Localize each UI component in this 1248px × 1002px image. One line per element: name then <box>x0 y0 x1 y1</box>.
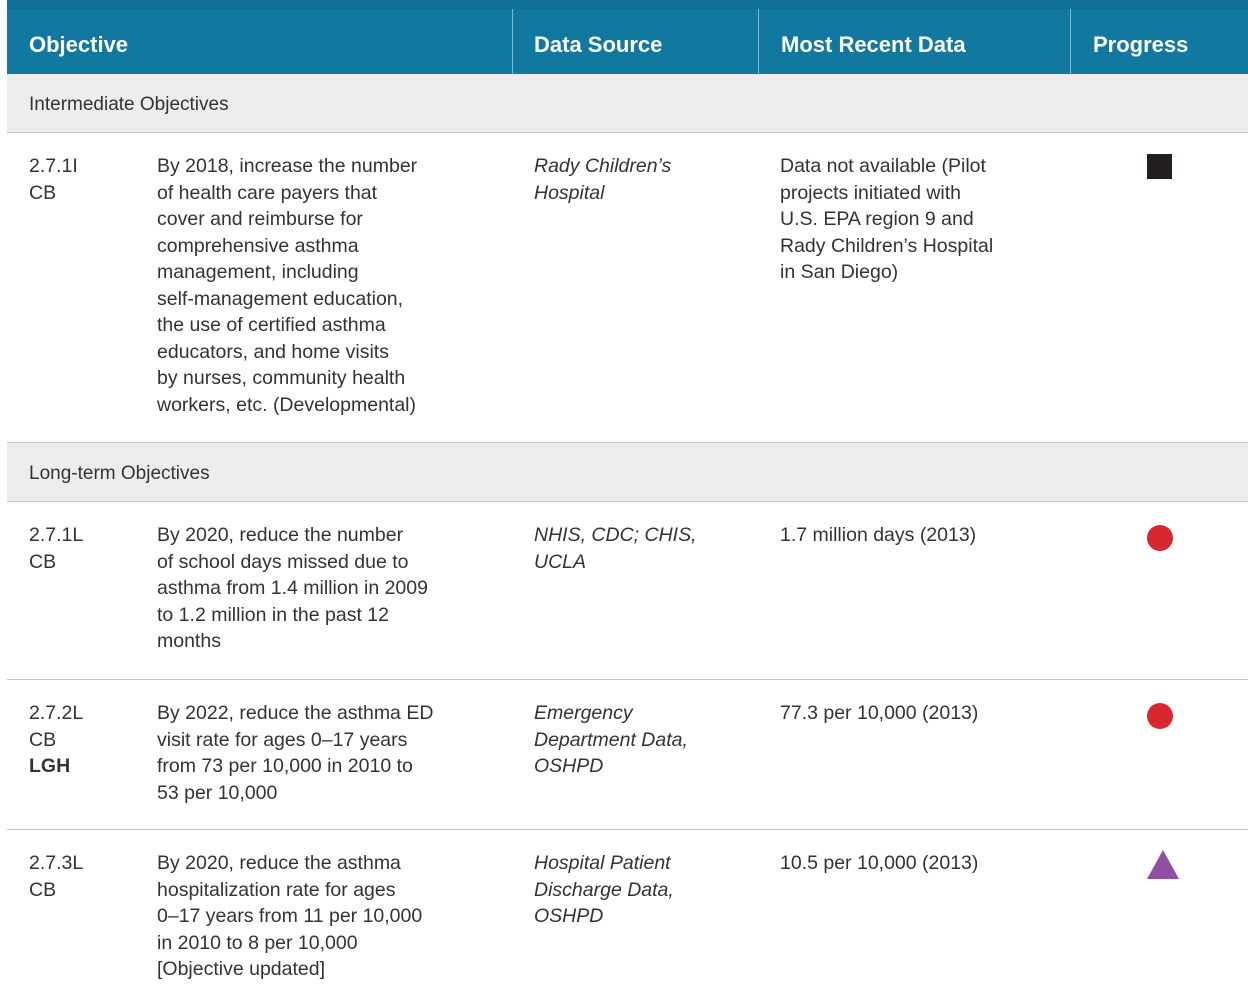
data-source: Hospital Patient Discharge Data, OSHPD <box>534 850 744 930</box>
objective-text-line: the use of certified asthma <box>157 314 386 336</box>
table-row-2-7-1i: 2.7.1I CB By 2018, increase the number o… <box>7 133 1248 443</box>
objective-id: 2.7.1I CB <box>29 153 139 206</box>
red-circle-icon <box>1147 525 1173 551</box>
objective-id: 2.7.1L CB <box>29 522 139 575</box>
objective-text-line: to 1.2 million in the past 12 <box>157 603 389 626</box>
recent-data-line: 10.5 per 10,000 (2013) <box>780 852 979 874</box>
recent-data-line: 77.3 per 10,000 (2013) <box>780 702 979 724</box>
objective-text-line: from 73 per 10,000 in 2010 to <box>157 755 413 777</box>
objective-text-line: of school days missed due to <box>157 550 409 573</box>
progress-cell <box>1147 850 1187 879</box>
table-row-2-7-1l: 2.7.1L CB By 2020, reduce the number of … <box>7 502 1248 680</box>
table-row-2-7-3l: 2.7.3L CB By 2020, reduce the asthma hos… <box>7 830 1248 1001</box>
recent-data-line: Data not available (Pilot <box>780 155 986 177</box>
objective-text-line: 53 per 10,000 <box>157 781 278 804</box>
most-recent-data: 1.7 million days (2013) <box>780 522 1050 549</box>
objective-text-line: comprehensive asthma <box>157 234 359 257</box>
objective-id-tag: CB <box>29 181 57 204</box>
data-source-line: Hospital Patient <box>534 852 671 874</box>
data-source-line: Rady Children’s <box>534 155 672 177</box>
objective-text-line: of health care payers that <box>157 181 378 204</box>
objective-text-line: cover and reimburse for <box>157 208 363 230</box>
purple-triangle-icon <box>1147 850 1179 879</box>
objective-text-line: management, including <box>157 261 359 283</box>
progress-cell <box>1147 522 1187 551</box>
objectives-page: Objective Data Source Most Recent Data P… <box>0 0 1248 1002</box>
data-source-line: UCLA <box>534 550 587 573</box>
objective-text-line: months <box>157 630 221 652</box>
objective-id-code: 2.7.3L <box>29 852 84 874</box>
data-source: NHIS, CDC; CHIS, UCLA <box>534 522 744 575</box>
objective-text: By 2022, reduce the asthma ED visit rate… <box>157 700 497 806</box>
objective-text-line: By 2022, reduce the asthma ED <box>157 702 434 724</box>
black-square-icon <box>1147 154 1172 179</box>
most-recent-data: 77.3 per 10,000 (2013) <box>780 700 1050 727</box>
data-source-line: OSHPD <box>534 905 604 927</box>
data-source-line: Hospital <box>534 181 605 204</box>
objective-id-tag: CB <box>29 878 57 901</box>
objective-text-line: By 2020, reduce the asthma <box>157 852 401 874</box>
objective-id-code: 2.7.1I <box>29 155 78 177</box>
objective-text-line: workers, etc. (Developmental) <box>157 393 417 416</box>
most-recent-data: 10.5 per 10,000 (2013) <box>780 850 1050 877</box>
data-source-line: Department Data, <box>534 728 688 751</box>
objective-id: 2.7.2L CB LGH <box>29 700 139 780</box>
section-intermediate-objectives: Intermediate Objectives <box>7 74 1248 133</box>
data-source-line: OSHPD <box>534 755 604 777</box>
header-most-recent-data: Most Recent Data <box>758 9 1070 74</box>
objective-text-line: in 2010 to 8 per 10,000 <box>157 931 358 954</box>
section-long-term-objectives: Long-term Objectives <box>7 443 1248 502</box>
recent-data-line: projects initiated with <box>780 181 962 204</box>
objective-id-code: 2.7.1L <box>29 524 84 546</box>
progress-cell <box>1147 700 1187 729</box>
objective-text-line: asthma from 1.4 million in 2009 <box>157 577 428 599</box>
objective-text-line: By 2018, increase the number <box>157 155 418 177</box>
objectives-table: Objective Data Source Most Recent Data P… <box>7 0 1248 1001</box>
objective-text: By 2020, reduce the number of school day… <box>157 522 497 655</box>
objective-text-line: [Objective updated] <box>157 958 326 980</box>
table-header: Objective Data Source Most Recent Data P… <box>7 0 1248 74</box>
recent-data-line: 1.7 million days (2013) <box>780 524 977 546</box>
progress-cell <box>1147 153 1187 179</box>
objective-text-line: hospitalization rate for ages <box>157 878 396 901</box>
header-objective: Objective <box>29 32 129 57</box>
recent-data-line: U.S. EPA region 9 and <box>780 208 974 230</box>
recent-data-line: Rady Children’s Hospital <box>780 234 994 257</box>
objective-text: By 2018, increase the number of health c… <box>157 153 497 418</box>
objective-text-line: self-management education, <box>157 287 404 310</box>
data-source-line: Emergency <box>534 702 633 724</box>
objective-id: 2.7.3L CB <box>29 850 139 903</box>
data-source: Emergency Department Data, OSHPD <box>534 700 744 780</box>
objective-id-tag: CB <box>29 550 57 573</box>
data-source-line: NHIS, CDC; CHIS, <box>534 524 697 546</box>
objective-id-tag: CB <box>29 728 57 751</box>
header-data-source: Data Source <box>512 9 758 74</box>
objective-text-line: By 2020, reduce the number <box>157 524 404 546</box>
objective-text-line: educators, and home visits <box>157 340 389 363</box>
objective-id-code: 2.7.2L <box>29 702 84 724</box>
objective-id-lgh-tag: LGH <box>29 755 71 777</box>
header-progress: Progress <box>1070 9 1248 74</box>
objective-text-line: visit rate for ages 0–17 years <box>157 728 408 751</box>
red-circle-icon <box>1147 703 1173 729</box>
most-recent-data: Data not available (Pilot projects initi… <box>780 153 1050 286</box>
table-row-2-7-2l: 2.7.2L CB LGH By 2022, reduce the asthma… <box>7 680 1248 830</box>
objective-text: By 2020, reduce the asthma hospitalizati… <box>157 850 497 983</box>
objective-text-line: 0–17 years from 11 per 10,000 <box>157 905 423 927</box>
recent-data-line: in San Diego) <box>780 261 899 283</box>
objective-text-line: by nurses, community health <box>157 367 406 389</box>
data-source-line: Discharge Data, <box>534 878 674 901</box>
data-source: Rady Children’s Hospital <box>534 153 744 206</box>
